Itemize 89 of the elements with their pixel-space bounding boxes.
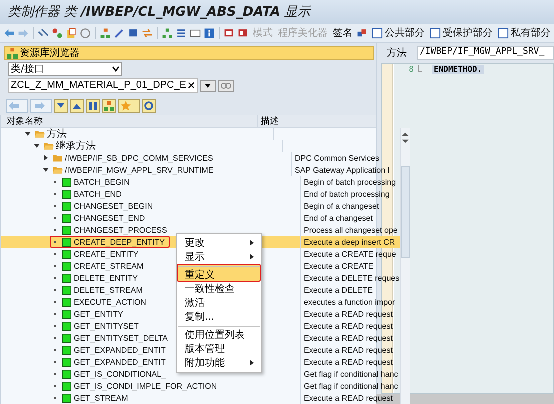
expand-icon[interactable] — [70, 99, 84, 113]
window-icon[interactable] — [190, 28, 201, 38]
section-button[interactable]: 公共部分 — [371, 26, 426, 40]
method-field[interactable]: /IWBEP/IF_MGW_APPL_SRV_ — [417, 46, 554, 60]
tree-item[interactable]: GET_IS_CONDITIONAL_ — [74, 370, 166, 378]
back-arrow-icon[interactable] — [4, 28, 15, 38]
tree-item[interactable]: GET_IS_CONDI_IMPLE_FOR_ACTION — [74, 382, 218, 390]
menu-item[interactable]: 一致性检查 — [177, 282, 261, 296]
method-label: 方法 — [387, 46, 407, 60]
hierarchy-icon[interactable] — [100, 28, 111, 38]
tree-item[interactable]: DELETE_ENTITY — [74, 274, 138, 282]
tree-item[interactable]: GET_ENTITYSET_DELTA — [74, 334, 168, 342]
hierarchy-icon[interactable] — [102, 99, 116, 113]
document-icon — [430, 28, 441, 38]
table-cell: Execute a READ request — [304, 394, 393, 402]
line-number: 8 — [408, 64, 414, 74]
scrollbar[interactable] — [400, 128, 410, 404]
tree-item[interactable]: CHANGESET_END — [74, 214, 146, 222]
section-button[interactable]: 受保护部分 — [429, 26, 494, 40]
fold-marker-icon — [418, 65, 422, 73]
section-button[interactable]: 私有部分 — [497, 26, 552, 40]
toolbar-button[interactable]: 签名 — [332, 26, 354, 40]
blocks-icon[interactable] — [357, 28, 368, 38]
scroll-thumb[interactable] — [400, 166, 410, 258]
tree-item[interactable]: GET_ENTITYSET — [74, 322, 139, 330]
dots-icon[interactable] — [52, 28, 63, 38]
caret-icon — [111, 64, 121, 74]
tree-item[interactable]: BATCH_END — [74, 190, 122, 198]
folder-icon — [53, 154, 63, 162]
tree-item[interactable]: CHANGESET_PROCESS — [74, 226, 168, 234]
clear-icon[interactable] — [188, 82, 196, 89]
tree-item[interactable]: GET_ENTITY — [74, 310, 124, 318]
document-icon — [372, 28, 383, 38]
browser-title: 资源库浏览器 — [20, 46, 80, 60]
tree-item[interactable]: EXECUTE_ACTION — [74, 298, 146, 306]
tree-item[interactable]: DELETE_STREAM — [74, 286, 143, 294]
menu-item[interactable]: 使用位置列表 — [177, 324, 261, 342]
column-header: 对象名称 — [6, 116, 44, 128]
expanded-arrow-icon[interactable] — [34, 143, 40, 149]
table-cell: Execute a DELETE — [304, 286, 373, 294]
menu-item[interactable]: 显示 — [177, 250, 261, 264]
menu-item[interactable]: 版本管理 — [177, 342, 261, 356]
document-icon[interactable] — [66, 28, 77, 38]
tree-item[interactable]: GET_EXPANDED_ENTIT — [74, 346, 166, 354]
window-title: 类制作器 类 /IWBEP/CL_MGW_ABS_DATA 显示 — [8, 4, 311, 21]
monitor-icon[interactable] — [224, 28, 235, 38]
info-icon[interactable] — [204, 28, 215, 38]
submenu-arrow-icon — [250, 254, 254, 260]
dropdown-value: 类/接口 — [11, 62, 44, 76]
tree-item[interactable]: CREATE_ENTITY — [74, 250, 139, 258]
open-folder-icon — [53, 166, 63, 174]
refresh-icon[interactable] — [142, 99, 156, 113]
tree-item[interactable]: /IWBEP/IF_SB_DPC_COMM_SERVICES — [65, 154, 214, 162]
collapse-icon[interactable] — [54, 99, 68, 113]
menu-item[interactable]: 激活 — [177, 296, 261, 310]
table-cell: DPC Common Services — [295, 154, 380, 162]
hierarchy-icon — [7, 48, 18, 58]
dropdown-button[interactable] — [200, 80, 216, 92]
tree-item[interactable]: GET_EXPANDED_ENTIT — [74, 358, 166, 366]
table-cell: Begin of a changeset — [304, 202, 380, 210]
monitor-icon[interactable] — [238, 28, 249, 38]
open-folder-icon — [35, 130, 45, 138]
tree-item[interactable]: 继承方法 — [56, 140, 96, 152]
bullet-icon — [52, 239, 58, 245]
expanded-arrow-icon[interactable] — [25, 131, 31, 137]
tree-item[interactable]: CREATE_STREAM — [74, 262, 144, 270]
submenu-arrow-icon — [250, 360, 254, 366]
hierarchy-icon[interactable] — [162, 28, 173, 38]
table-cell: End of a changeset — [304, 214, 373, 222]
scroll-down-icon[interactable] — [402, 139, 409, 144]
menu-item[interactable]: 重定义 — [177, 264, 261, 282]
menu-item[interactable]: 更改 — [177, 236, 261, 250]
submenu-arrow-icon — [250, 240, 254, 246]
tree-item[interactable]: 方法 — [47, 128, 67, 140]
tree-item[interactable]: BATCH_BEGIN — [74, 178, 130, 186]
tree-item[interactable]: GET_STREAM — [74, 394, 128, 402]
object-name-field[interactable]: ZCL_Z_MM_MATERIAL_P_01_DPC_E — [8, 78, 198, 93]
open-folder-icon — [44, 142, 54, 150]
menu-item[interactable]: 附加功能 — [177, 356, 261, 370]
tree-item[interactable]: /IWBEP/IF_MGW_APPL_SRV_RUNTIME — [65, 166, 214, 174]
table-cell: Execute a CREATE — [304, 262, 374, 270]
collapsed-arrow-icon[interactable] — [43, 155, 49, 161]
expanded-arrow-icon[interactable] — [43, 167, 49, 173]
scroll-up-icon[interactable] — [402, 132, 409, 137]
document-icon — [498, 28, 509, 38]
object-type-dropdown[interactable]: 类/接口 — [8, 62, 122, 76]
menu-item[interactable]: 复制... — [177, 310, 261, 324]
tree-item[interactable]: CHANGESET_BEGIN — [74, 202, 154, 210]
list-icon[interactable] — [176, 28, 187, 38]
